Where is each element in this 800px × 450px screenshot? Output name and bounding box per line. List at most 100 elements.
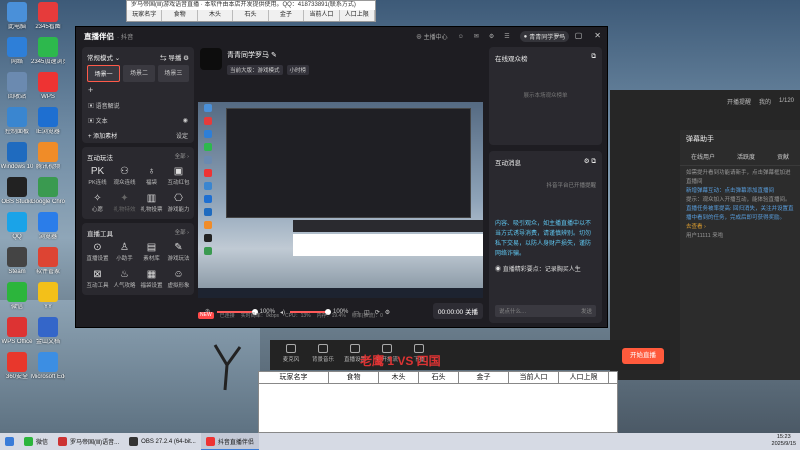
scene-tab[interactable]: 场景三 bbox=[157, 65, 189, 82]
director-button[interactable]: ⇆ 导播 ⚙ bbox=[160, 52, 189, 62]
desktop-icon[interactable]: 360安全 bbox=[0, 352, 34, 381]
danmu-line[interactable]: 去查看 › bbox=[686, 223, 794, 232]
tool-label: 礼物特效 bbox=[113, 207, 136, 213]
obs-button[interactable]: 麦克风 bbox=[280, 344, 302, 363]
tool-icon: ♨ bbox=[120, 269, 129, 280]
help-icon[interactable]: ☺ bbox=[458, 34, 464, 40]
warning-message: 内容、吸引观众，如主播直播中以不当方式诱导消费，请谨慎辨别。切勿私下交易，以防人… bbox=[495, 221, 592, 257]
tool-button[interactable]: ✦ 礼物特效 bbox=[111, 193, 138, 213]
desktop-icon[interactable]: QQ bbox=[0, 212, 34, 241]
danmu-tab[interactable]: 活跃度 bbox=[737, 152, 755, 161]
taskbar-item[interactable]: 微信 bbox=[19, 433, 53, 450]
room-tag[interactable]: 当前大版：游戏模式 bbox=[227, 65, 283, 75]
room-tag[interactable]: 小时榜 bbox=[286, 65, 310, 75]
desktop-icon-label: Steam bbox=[8, 269, 26, 275]
desktop-icon[interactable]: 2345加速浏览器 bbox=[31, 37, 65, 66]
taskbar-item[interactable]: 抖音直播伴侣 bbox=[200, 433, 259, 450]
minimize-button[interactable]: — bbox=[555, 31, 563, 40]
bot-message: ◉ 直播精彩要点：记录胸买人生 bbox=[495, 267, 581, 273]
tool-button[interactable]: ☺ 虚拟形象 bbox=[165, 269, 192, 289]
tool-button[interactable]: ⚇ 观众连线 bbox=[111, 166, 138, 186]
tools-more-link[interactable]: 全部 › bbox=[175, 228, 189, 238]
taskbar-item[interactable]: 罗马帝国(Ⅲ)语音... bbox=[53, 433, 124, 450]
desktop-icon[interactable]: Microsoft Edge bbox=[31, 352, 65, 381]
tool-button[interactable]: ✧ 心愿 bbox=[84, 193, 111, 213]
obs-button[interactable]: 背景音乐 bbox=[312, 344, 334, 363]
edit-icon[interactable]: ✎ bbox=[271, 52, 277, 59]
score-overlay: 老鹰 1 VS 四国 bbox=[360, 354, 441, 368]
desktop-icon[interactable]: 软件管家 bbox=[31, 247, 65, 276]
desktop-icon[interactable]: 微信 bbox=[0, 282, 34, 311]
desktop-icon[interactable]: 回收站 bbox=[0, 72, 34, 101]
tool-button[interactable]: ⎔ 游戏能力 bbox=[165, 193, 192, 213]
app-icon bbox=[7, 107, 27, 127]
tool-button[interactable]: ▥ 礼物投票 bbox=[138, 193, 165, 213]
room-avatar[interactable] bbox=[200, 48, 222, 70]
tool-button[interactable]: ♨ 人气攻略 bbox=[111, 269, 138, 289]
msg-settings-icon[interactable]: ⚙ bbox=[584, 158, 590, 165]
chat-input[interactable]: 说点什么… 发送 bbox=[495, 305, 596, 317]
close-button[interactable]: ✕ bbox=[594, 31, 601, 40]
desktop-icon-label: 微信 bbox=[10, 304, 23, 310]
tool-button[interactable]: ⊙ 直播设置 bbox=[84, 242, 111, 262]
desktop-icon[interactable]: 控制面板 bbox=[0, 107, 34, 136]
tool-button[interactable]: PK PK连线 bbox=[84, 166, 111, 186]
add-scene-button[interactable]: + bbox=[82, 82, 194, 98]
source-item[interactable]: ▣ 文本 ◉ bbox=[82, 113, 194, 128]
scene-tab[interactable]: 场景一 bbox=[87, 65, 121, 82]
right-app-toolbar-item[interactable]: 开播提醒 bbox=[727, 97, 751, 106]
tool-button[interactable]: ▣ 互动红包 bbox=[165, 166, 192, 186]
right-app-toolbar-item[interactable]: 1/120 bbox=[779, 98, 794, 104]
maximize-button[interactable]: ▢ bbox=[575, 31, 583, 40]
desktop-icon[interactable]: 金山文档 bbox=[31, 317, 65, 346]
msg-popout-icon[interactable]: ⧉ bbox=[591, 158, 596, 165]
desktop-icon-label: 360安全 bbox=[5, 374, 28, 380]
mode-select[interactable]: 常规模式 ⌄ bbox=[87, 52, 120, 62]
start-button[interactable] bbox=[0, 433, 19, 450]
live-preview[interactable] bbox=[198, 102, 483, 298]
desktop-icon[interactable]: IE浏览器 bbox=[31, 107, 65, 136]
obs-button-label: 麦克风 bbox=[282, 357, 300, 363]
eye-icon[interactable]: ◉ bbox=[183, 117, 188, 124]
danmu-tab[interactable]: 在线用户 bbox=[691, 152, 715, 161]
message-icon[interactable]: ✉ bbox=[474, 33, 479, 40]
desktop-icon[interactable]: OBS Studio bbox=[0, 177, 34, 206]
right-app-toolbar-item[interactable]: 我的 bbox=[759, 97, 771, 106]
desktop-icon[interactable]: Windows 10 bbox=[0, 142, 34, 171]
desktop-icon[interactable]: Google Chrome bbox=[31, 177, 65, 206]
tool-button[interactable]: ♙ 小助手 bbox=[111, 242, 138, 262]
preview-desktop-icon bbox=[204, 234, 212, 242]
desktop-icon[interactable]: WPS Office bbox=[0, 317, 34, 346]
desktop-icon[interactable]: 浏览器 bbox=[31, 212, 65, 241]
app-icon bbox=[38, 352, 58, 372]
desktop-icon[interactable]: Steam bbox=[0, 247, 34, 276]
desktop-icon[interactable]: 腾讯视频 bbox=[31, 142, 65, 171]
desktop-icon[interactable]: YY bbox=[31, 282, 65, 311]
settings-icon[interactable]: ⚙ bbox=[489, 33, 494, 40]
app-icon bbox=[7, 142, 27, 162]
source-settings[interactable]: 设定 bbox=[176, 131, 188, 140]
danmu-tab[interactable]: 贡献 bbox=[777, 152, 789, 161]
popout-icon[interactable]: ⧉ bbox=[591, 53, 596, 63]
scene-tab[interactable]: 场景二 bbox=[123, 65, 155, 82]
menu-icon[interactable]: ☰ bbox=[504, 33, 509, 40]
start-live-button[interactable]: 开始直播 bbox=[622, 348, 664, 364]
tool-icon: ♙ bbox=[120, 242, 129, 253]
tool-button[interactable]: ▤ 素材库 bbox=[138, 242, 165, 262]
desktop-icon[interactable]: 此电脑 bbox=[0, 2, 34, 31]
desktop-icon[interactable]: 网络 bbox=[0, 37, 34, 66]
taskbar-item[interactable]: OBS 27.2.4 (64-bit... bbox=[124, 433, 201, 450]
clock[interactable]: 15:23 2025/9/15 bbox=[772, 434, 796, 448]
anchor-center-icon[interactable]: ⊕ 主播中心 bbox=[416, 32, 448, 41]
tool-button[interactable]: ▦ 福袋设置 bbox=[138, 269, 165, 289]
tool-button[interactable]: ♁ 福袋 bbox=[138, 166, 165, 186]
send-button[interactable]: 发送 bbox=[581, 307, 592, 315]
interact-more-link[interactable]: 全部 › bbox=[175, 152, 189, 162]
desktop-icon[interactable]: WPS bbox=[31, 72, 65, 101]
danmu-panel: 弹幕助手 在线用户 活跃度 贡献 如需提升看到功能请新手，点击弹幕框加进直播间 新增弹… bbox=[680, 130, 800, 380]
tool-button[interactable]: ⊠ 互动工具 bbox=[84, 269, 111, 289]
tool-button[interactable]: ✎ 游戏玩法 bbox=[165, 242, 192, 262]
desktop-icon[interactable]: 2345看图 bbox=[31, 2, 65, 31]
add-source-row[interactable]: + 添加素材 设定 bbox=[82, 128, 194, 143]
source-item[interactable]: ▣ 语音解说 bbox=[82, 98, 194, 113]
